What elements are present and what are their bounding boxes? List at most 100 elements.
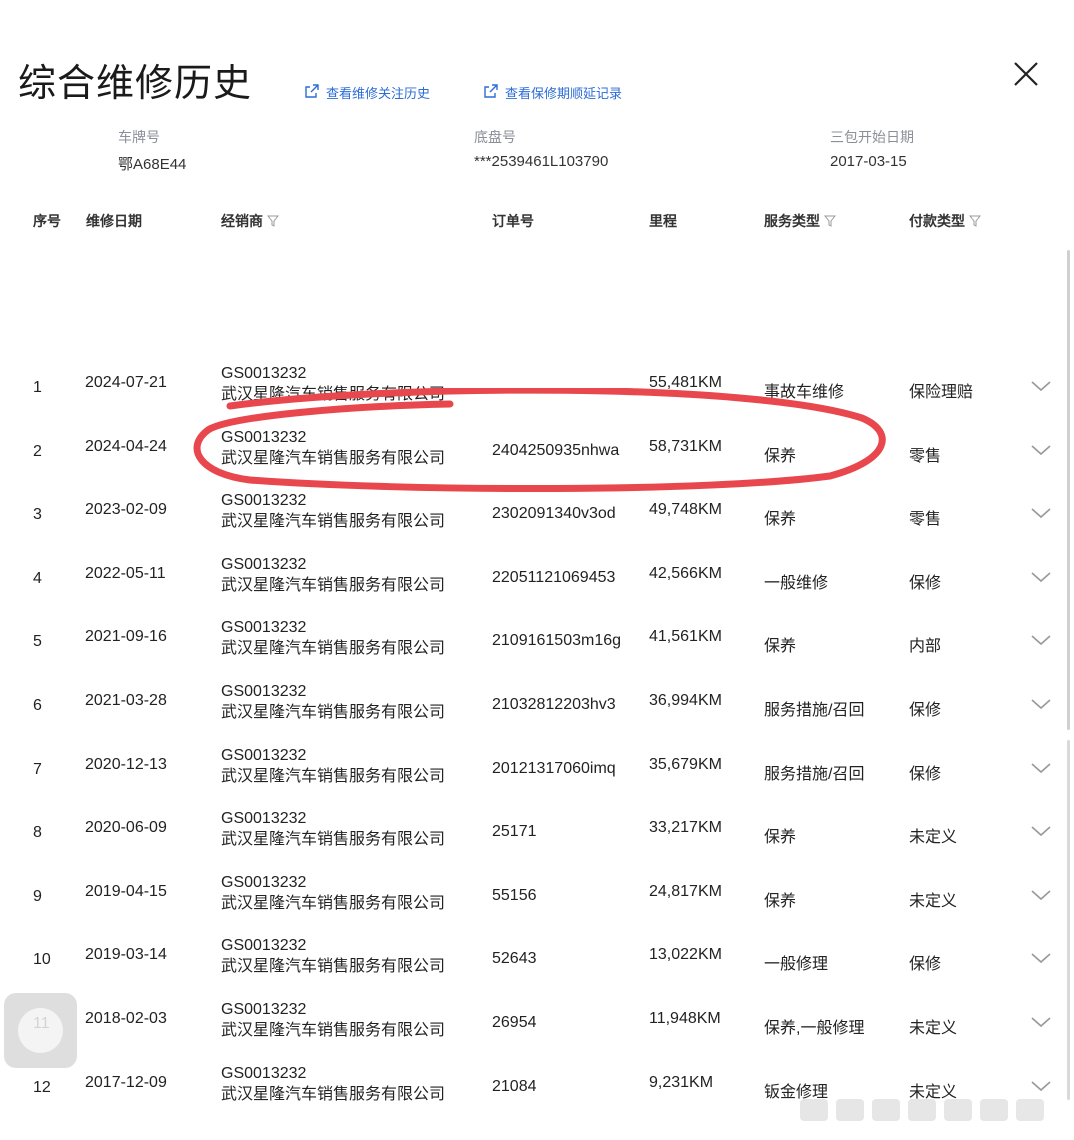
external-link-icon [304,83,320,102]
chevron-down-icon [1030,698,1052,715]
col-mileage[interactable]: 里程 [649,211,677,231]
row-date: 2018-02-03 [85,1010,167,1027]
row-date: 2017-12-09 [85,1074,167,1091]
dealer-name: 武汉星隆汽车销售服务有限公司 [221,450,446,467]
expand-row-button[interactable] [1030,824,1052,838]
table-row[interactable]: 7 2020-12-13 GS0013232 武汉星隆汽车销售服务有限公司 201213… [0,745,1074,805]
col-order: 订单号 [492,211,534,231]
row-payment: 保修 [909,575,942,592]
dealer-name: 武汉星隆汽车销售服务有限公司 [221,386,446,403]
row-dealer: GS0013232 武汉星隆汽车销售服务有限公司 [221,935,445,977]
row-order: 26954 [492,1014,537,1031]
row-date: 2019-03-14 [85,946,167,963]
dealer-code: GS0013232 [221,429,307,446]
chevron-down-icon [1030,380,1052,397]
filter-icon[interactable] [266,214,280,228]
expand-row-button[interactable] [1030,1015,1052,1029]
row-payment: 内部 [909,638,942,655]
row-service: 服务措施/召回 [764,702,865,719]
page-title: 综合维修历史 [18,63,253,105]
view-warranty-extension-link[interactable]: 查看保修期顺延记录 [483,83,622,102]
expand-row-button[interactable] [1030,761,1052,775]
table-row[interactable]: 9 2019-04-15 GS0013232 武汉星隆汽车销售服务有限公司 55156 2… [0,872,1074,932]
row-order: 52643 [492,950,537,967]
filter-icon[interactable] [968,214,982,228]
expand-row-button[interactable] [1030,570,1052,584]
dealer-name: 武汉星隆汽车销售服务有限公司 [221,768,446,785]
filter-icon[interactable] [823,214,837,228]
expand-row-button[interactable] [1030,697,1052,711]
chevron-down-icon [1030,762,1052,779]
row-mileage: 41,561KM [649,628,722,645]
row-service: 保养 [764,829,797,846]
table-row[interactable]: 2 2024-04-24 GS0013232 武汉星隆汽车销售服务有限公司 240425… [0,427,1074,487]
row-mileage: 11,948KM [649,1010,721,1027]
expand-row-button[interactable] [1030,888,1052,902]
dealer-name: 武汉星隆汽车销售服务有限公司 [221,1022,446,1039]
chevron-down-icon [1030,444,1052,461]
expand-row-button[interactable] [1030,506,1052,520]
close-button[interactable] [1010,58,1042,90]
row-order: 25171 [492,823,537,840]
row-dealer: GS0013232 武汉星隆汽车销售服务有限公司 [221,872,445,914]
dealer-name: 武汉星隆汽车销售服务有限公司 [221,958,446,975]
col-seq-label: 序号 [33,213,61,229]
plate-label: 车牌号 [118,129,160,145]
table-row[interactable]: 4 2022-05-11 GS0013232 武汉星隆汽车销售服务有限公司 220511… [0,554,1074,614]
table-row[interactable]: 5 2021-09-16 GS0013232 武汉星隆汽车销售服务有限公司 210916… [0,617,1074,677]
chevron-down-icon [1030,634,1052,651]
expand-row-button[interactable] [1030,1079,1052,1093]
row-dealer: GS0013232 武汉星隆汽车销售服务有限公司 [221,999,445,1041]
col-service-label: 服务类型 [764,213,820,229]
row-seq: 8 [33,824,42,841]
row-dealer: GS0013232 武汉星隆汽车销售服务有限公司 [221,1063,445,1105]
row-order: 2302091340v3od [492,505,616,522]
view-repair-attention-history-link[interactable]: 查看维修关注历史 [304,83,430,102]
col-payment-label: 付款类型 [909,213,965,229]
row-dealer: GS0013232 武汉星隆汽车销售服务有限公司 [221,617,445,659]
dealer-name: 武汉星隆汽车销售服务有限公司 [221,577,446,594]
row-seq: 2 [33,443,42,460]
plate-value: 鄂A68E44 [118,156,187,173]
expand-row-button[interactable] [1030,633,1052,647]
dealer-code: GS0013232 [221,619,307,636]
row-dealer: GS0013232 武汉星隆汽车销售服务有限公司 [221,427,445,469]
assistant-icon [18,1008,63,1053]
col-date[interactable]: 维修日期 [86,211,142,231]
row-service: 保养 [764,893,797,910]
table-row[interactable]: 10 2019-03-14 GS0013232 武汉星隆汽车销售服务有限公司 52643… [0,935,1074,995]
table-row[interactable]: 8 2020-06-09 GS0013232 武汉星隆汽车销售服务有限公司 25171 3… [0,808,1074,868]
scrollbar[interactable] [1067,250,1070,730]
dealer-code: GS0013232 [221,556,307,573]
row-mileage: 36,994KM [649,692,722,709]
row-seq: 5 [33,633,42,650]
close-icon [1010,62,1042,94]
row-mileage: 55,481KM [649,374,722,391]
expand-row-button[interactable] [1030,443,1052,457]
row-date: 2022-05-11 [85,565,166,582]
dealer-name: 武汉星隆汽车销售服务有限公司 [221,831,446,848]
row-service: 一般修理 [764,956,829,973]
dealer-code: GS0013232 [221,492,307,509]
table-row[interactable]: 1 2024-07-21 GS0013232 武汉星隆汽车销售服务有限公司 55,481… [0,363,1074,423]
row-order: 21032812203hv3 [492,696,616,713]
warranty-label: 三包开始日期 [830,129,914,145]
dealer-code: GS0013232 [221,365,307,382]
table-row[interactable]: 112018-02-03GS0013232武汉星隆汽车销售服务有限公司26954… [0,999,1074,1059]
row-service: 一般维修 [764,575,829,592]
col-order-label: 订单号 [492,213,534,229]
expand-row-button[interactable] [1030,379,1052,393]
row-date: 2020-12-13 [85,756,167,773]
chevron-down-icon [1030,571,1052,588]
row-dealer: GS0013232 武汉星隆汽车销售服务有限公司 [221,745,445,787]
row-payment: 保修 [909,766,942,783]
col-service: 服务类型 [764,211,837,231]
table-row[interactable]: 3 2023-02-09 GS0013232 武汉星隆汽车销售服务有限公司 230209… [0,490,1074,550]
table-row[interactable]: 6 2021-03-28 GS0013232 武汉星隆汽车销售服务有限公司 210328… [0,681,1074,741]
row-seq: 12 [33,1079,51,1096]
floating-assistant-button[interactable] [4,993,77,1068]
row-service: 保养,一般修理 [764,1020,865,1037]
vin-value: ***2539461L103790 [474,153,609,170]
row-dealer: GS0013232 武汉星隆汽车销售服务有限公司 [221,363,445,405]
expand-row-button[interactable] [1030,951,1052,965]
